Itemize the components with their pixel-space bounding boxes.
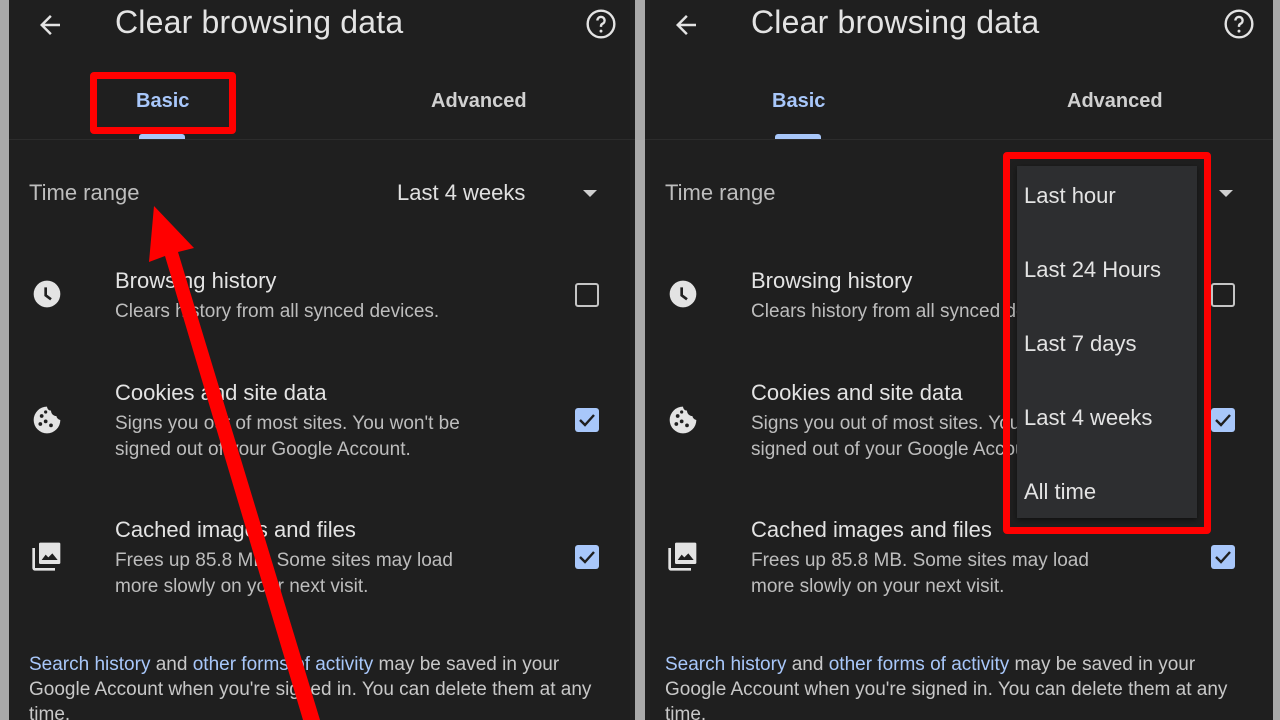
screen-right: Clear browsing data Basic Advanced Time … — [645, 0, 1273, 720]
tab-advanced[interactable]: Advanced — [1067, 90, 1163, 113]
footer-note: Search history and other forms of activi… — [29, 652, 619, 720]
browsing-history-desc: Clears history from all synced devices. — [115, 301, 440, 322]
cached-title: Cached images and files — [115, 517, 356, 542]
image-stack-icon — [32, 542, 61, 571]
time-range-label: Time range — [665, 180, 776, 205]
page-title: Clear browsing data — [751, 4, 1040, 40]
tab-advanced[interactable]: Advanced — [431, 90, 527, 113]
cached-title: Cached images and files — [751, 517, 992, 542]
browsing-history-title: Browsing history — [115, 268, 277, 293]
other-activity-link[interactable]: other forms of activity — [193, 654, 374, 675]
cached-desc-line2: more slowly on your next visit. — [751, 576, 1005, 597]
time-range-select[interactable]: Last 4 weeks — [397, 180, 525, 206]
footer-text-1: and — [786, 654, 829, 675]
cached-checkbox[interactable] — [575, 545, 599, 569]
cached-desc-line2: more slowly on your next visit. — [115, 576, 369, 597]
back-arrow-icon[interactable] — [35, 10, 65, 40]
cookies-checkbox[interactable] — [1211, 408, 1235, 432]
search-history-link[interactable]: Search history — [29, 654, 150, 675]
search-history-link[interactable]: Search history — [665, 654, 786, 675]
annotation-highlight-menu — [1003, 152, 1211, 534]
dropdown-caret-icon[interactable] — [1219, 190, 1233, 197]
screen-left: Clear browsing data Basic Advanced Time … — [9, 0, 635, 720]
cookies-desc-line1: Signs you out of most sites. You won't b… — [115, 413, 460, 434]
back-arrow-icon[interactable] — [671, 10, 701, 40]
cookies-checkbox[interactable] — [575, 408, 599, 432]
cookie-icon — [669, 406, 697, 434]
cached-desc-line1: Frees up 85.8 MB. Some sites may load — [115, 550, 453, 571]
dropdown-caret-icon[interactable] — [583, 190, 597, 197]
tab-divider — [9, 139, 635, 140]
other-activity-link[interactable]: other forms of activity — [829, 654, 1010, 675]
help-icon[interactable] — [1223, 8, 1255, 40]
cookies-desc-line2: signed out of your Google Account. — [115, 439, 411, 460]
help-icon[interactable] — [585, 8, 617, 40]
cookie-icon — [33, 406, 61, 434]
page-title: Clear browsing data — [115, 4, 404, 40]
annotation-highlight-basic-tab — [90, 72, 236, 134]
cached-checkbox[interactable] — [1211, 545, 1235, 569]
browsing-history-checkbox[interactable] — [575, 283, 599, 307]
browsing-history-title: Browsing history — [751, 268, 913, 293]
clock-icon — [669, 280, 697, 308]
cookies-title: Cookies and site data — [751, 380, 963, 405]
image-stack-icon — [668, 542, 697, 571]
cookies-title: Cookies and site data — [115, 380, 327, 405]
footer-note: Search history and other forms of activi… — [665, 652, 1255, 720]
clock-icon — [33, 280, 61, 308]
tab-divider — [645, 139, 1273, 140]
cached-desc-line1: Frees up 85.8 MB. Some sites may load — [751, 550, 1089, 571]
time-range-label: Time range — [29, 180, 140, 205]
footer-text-1: and — [150, 654, 193, 675]
tab-basic[interactable]: Basic — [772, 90, 825, 113]
browsing-history-checkbox[interactable] — [1211, 283, 1235, 307]
